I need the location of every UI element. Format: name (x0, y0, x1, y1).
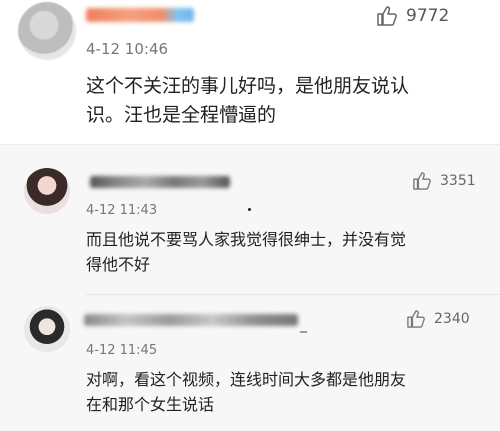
username-blurred[interactable] (90, 176, 230, 188)
like-count: 3351 (440, 173, 476, 189)
avatar[interactable] (24, 306, 70, 352)
username-blurred[interactable] (86, 8, 194, 22)
like-count: 2340 (434, 311, 470, 327)
username-suffix: _ (300, 317, 307, 333)
comment-text: 对啊，看这个视频，连线时间大多都是他朋友 在和那个女生说话 (86, 370, 407, 414)
username-blurred[interactable] (84, 314, 298, 326)
comment-text: 而且他说不要骂人家我觉得很绅士，并没有觉 得他不好 (86, 230, 407, 274)
avatar[interactable] (18, 2, 76, 60)
like-button[interactable]: 3351 (412, 172, 476, 190)
comment-time: 4-12 11:45 (86, 343, 158, 358)
like-count: 9772 (406, 6, 450, 26)
main-comment: 9772 4-12 10:46 这个不关汪的事儿好吗，是他朋友说认 识。汪也是全… (0, 0, 500, 144)
thumbs-up-icon (412, 172, 432, 190)
like-button[interactable]: 2340 (406, 310, 470, 328)
comment-time: 4-12 10:46 (86, 40, 169, 58)
thumbs-up-icon (406, 310, 426, 328)
divider (86, 294, 500, 295)
comment-text: 这个不关汪的事儿好吗，是他朋友说认 识。汪也是全程懵逼的 (86, 75, 410, 127)
avatar[interactable] (24, 168, 70, 214)
like-button[interactable]: 9772 (376, 6, 449, 26)
comment-time: 4-12 11:43 (86, 203, 158, 218)
decorative-dot (248, 208, 251, 211)
thumbs-up-icon (376, 6, 398, 26)
